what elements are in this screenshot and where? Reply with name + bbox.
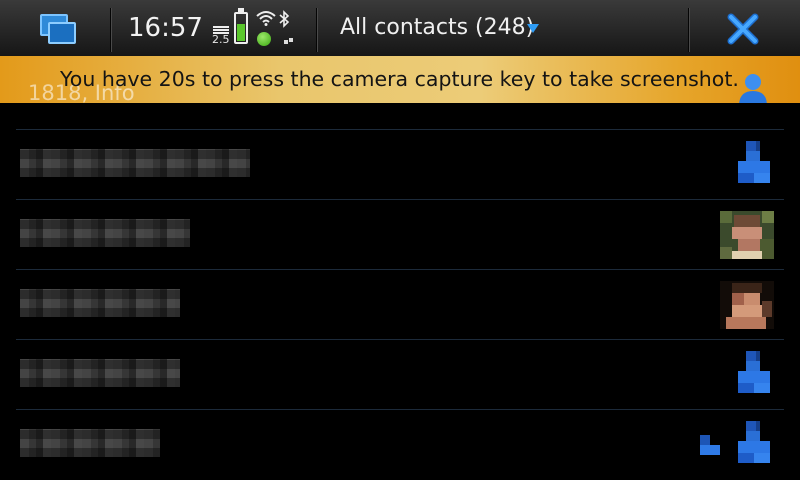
status-indicators-area[interactable]: 2.5 [210,8,300,50]
view-title-menu[interactable]: All contacts (248) [340,12,534,44]
row-divider [16,269,784,270]
contact-name-blurred [20,149,250,177]
bluetooth-icon [279,10,290,28]
row-divider [16,409,784,410]
contact-name-blurred [20,359,180,387]
contact-photo [720,281,774,329]
battery-icon [234,8,248,44]
battery-level-fill [237,24,245,41]
person-avatar-icon [739,74,767,103]
person-placeholder-icon [738,141,770,183]
status-bar-divider [110,8,111,52]
row-divider [16,199,784,200]
person-placeholder-icon [738,351,770,393]
notification-message: You have 20s to press the camera capture… [60,67,739,91]
task-switcher-window-front [48,22,76,44]
contact-row[interactable] [16,129,784,199]
contact-name-blurred [20,429,160,457]
contact-row[interactable] [16,409,784,479]
row-divider [16,129,784,130]
row-divider [16,339,784,340]
screenshot-notification-banner[interactable]: 1818, Info You have 20s to press the cam… [0,56,800,103]
contact-row[interactable] [16,269,784,339]
contact-photo [720,211,774,259]
contacts-app-screen: 16:57 2.5 All contacts (248) 1818, Info … [0,0,800,480]
status-bar-divider [688,8,689,52]
contact-row[interactable] [16,339,784,409]
task-switcher-icon[interactable] [38,12,78,46]
wifi-icon [256,11,276,26]
dropdown-arrow-icon[interactable] [527,24,539,33]
status-bar: 16:57 2.5 All contacts (248) [0,0,800,56]
close-icon [727,13,759,45]
status-bar-divider [316,8,317,52]
clock: 16:57 [128,13,203,43]
person-placeholder-icon [738,421,770,463]
presence-online-icon [257,32,271,46]
contact-row[interactable] [16,199,784,269]
contact-list[interactable] [0,103,800,480]
network-type-label: 2.5 [212,33,230,46]
close-button[interactable] [726,12,760,46]
presence-tag-icon [700,435,720,455]
contact-name-blurred [20,219,190,247]
contact-name-blurred [20,289,180,317]
bluetooth-activity-dots [284,38,294,44]
